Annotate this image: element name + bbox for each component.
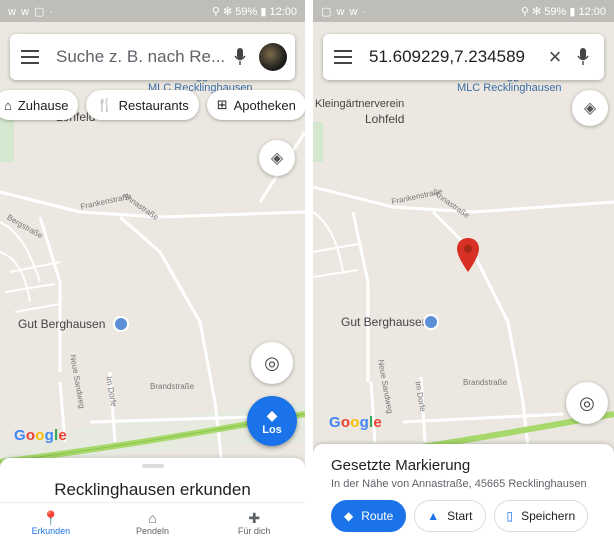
tab-erkunden[interactable]: 📍 Erkunden xyxy=(0,503,102,543)
search-input[interactable]: 51.609229,7.234589 xyxy=(363,47,540,67)
search-input[interactable]: Suche z. B. nach Re... xyxy=(50,47,227,67)
chip-zuhause[interactable]: ⌂ Zuhause xyxy=(0,90,79,120)
search-bar[interactable]: 51.609229,7.234589 × xyxy=(323,34,604,80)
for-you-icon: ✚ xyxy=(248,510,261,526)
navigation-arrow-icon: ▲ xyxy=(427,509,440,523)
action-label: Route xyxy=(361,509,394,523)
poi-marker-icon[interactable] xyxy=(113,316,129,332)
tab-label: Für dich xyxy=(237,526,271,536)
commute-icon: ⌂ xyxy=(148,510,157,526)
street-label: Brandstraße xyxy=(463,378,508,387)
explore-title: Recklinghausen erkunden xyxy=(54,480,251,499)
tab-label: Pendeln xyxy=(135,526,170,536)
status-system-info: ⚲ ✻ 59% ▮ 12:00 xyxy=(520,5,606,18)
menu-icon[interactable] xyxy=(323,50,363,64)
close-icon[interactable]: × xyxy=(540,44,570,70)
right-screen: ▢ ᴡ ᴡ · ⚲ ✻ 59% ▮ 12:00 Modellfluggeländ… xyxy=(313,0,614,543)
category-chips: ⌂ Zuhause 🍴 Restaurants ⊞ Apotheken xyxy=(0,90,305,120)
action-label: Start xyxy=(447,509,473,523)
bookmark-icon: ▯ xyxy=(506,509,514,523)
place-sheet[interactable]: Gesetzte Markierung In der Nähe von Anna… xyxy=(313,444,614,543)
map-label-kleingarten: Kleingärtnerverein xyxy=(315,98,405,110)
place-address: In der Nähe von Annastraße, 45665 Reckli… xyxy=(331,478,587,490)
microphone-icon[interactable] xyxy=(570,48,596,66)
status-notification-icons: ᴡ ᴡ ▢ · xyxy=(8,5,55,18)
google-logo: Google xyxy=(329,414,382,431)
bottom-navigation: 📍 Erkunden ⌂ Pendeln ✚ Für dich xyxy=(0,502,305,543)
route-button[interactable]: ◆ Route xyxy=(331,500,407,532)
pharmacy-icon: ⊞ xyxy=(216,97,228,112)
place-actions: ◆ Route ▲ Start ▯ Speichern xyxy=(331,500,589,532)
place-title: Gesetzte Markierung xyxy=(331,457,471,474)
action-label: Speichern xyxy=(521,509,576,523)
street-label: Brandstraße xyxy=(150,382,195,391)
my-location-icon: ◎ xyxy=(579,392,595,413)
drag-handle[interactable] xyxy=(141,464,164,468)
layers-button[interactable]: ◈ xyxy=(259,140,295,176)
chip-label: Apotheken xyxy=(233,97,296,113)
directions-icon: ◆ xyxy=(266,406,278,423)
go-button[interactable]: ◆ Los xyxy=(247,396,297,446)
go-label: Los xyxy=(262,423,282,436)
chip-label: Restaurants xyxy=(118,97,189,113)
my-location-button[interactable]: ◎ xyxy=(251,342,293,384)
explore-pin-icon: 📍 xyxy=(42,510,60,526)
map-label-gut-berghausen[interactable]: Gut Berghausen xyxy=(18,317,105,331)
tab-pendeln[interactable]: ⌂ Pendeln xyxy=(102,503,204,543)
layers-icon: ◈ xyxy=(270,150,284,167)
avatar[interactable] xyxy=(259,43,287,71)
status-notification-icons: ▢ ᴡ ᴡ · xyxy=(321,5,368,18)
start-button[interactable]: ▲ Start xyxy=(414,500,486,532)
layers-icon: ◈ xyxy=(583,100,597,117)
map-label-poi-2: MLC Recklinghausen xyxy=(457,82,562,94)
microphone-icon[interactable] xyxy=(227,48,253,66)
google-logo: Google xyxy=(14,427,67,444)
save-button[interactable]: ▯ Speichern xyxy=(493,500,589,532)
status-bar: ᴡ ᴡ ▢ · ⚲ ✻ 59% ▮ 12:00 xyxy=(0,0,305,22)
restaurant-icon: 🍴 xyxy=(96,97,113,112)
chip-restaurants[interactable]: 🍴 Restaurants xyxy=(86,90,199,120)
menu-icon[interactable] xyxy=(10,50,50,64)
poi-marker-icon[interactable] xyxy=(423,314,439,330)
tab-label: Erkunden xyxy=(31,526,71,536)
my-location-icon: ◎ xyxy=(264,352,280,373)
status-system-info: ⚲ ✻ 59% ▮ 12:00 xyxy=(211,5,297,18)
map-label-lohfeld: Lohfeld xyxy=(365,112,405,126)
home-icon: ⌂ xyxy=(4,97,12,113)
map-label-gut-berghausen[interactable]: Gut Berghausen xyxy=(341,315,428,329)
directions-icon: ◆ xyxy=(344,509,354,523)
search-bar[interactable]: Suche z. B. nach Re... xyxy=(10,34,295,80)
tab-fuer-dich[interactable]: ✚ Für dich xyxy=(203,503,305,543)
chip-apotheken[interactable]: ⊞ Apotheken xyxy=(206,90,305,120)
chip-label: Zuhause xyxy=(17,97,69,113)
my-location-button[interactable]: ◎ xyxy=(566,382,608,424)
status-bar: ▢ ᴡ ᴡ · ⚲ ✻ 59% ▮ 12:00 xyxy=(313,0,614,22)
dropped-pin-icon[interactable] xyxy=(457,238,479,272)
explore-sheet[interactable]: Recklinghausen erkunden 📍 Erkunden ⌂ Pen… xyxy=(0,458,305,543)
layers-button[interactable]: ◈ xyxy=(572,90,608,126)
left-screen: ᴡ ᴡ ▢ · ⚲ ✻ 59% ▮ 12:00 MLC Recklinghaus… xyxy=(0,0,305,543)
